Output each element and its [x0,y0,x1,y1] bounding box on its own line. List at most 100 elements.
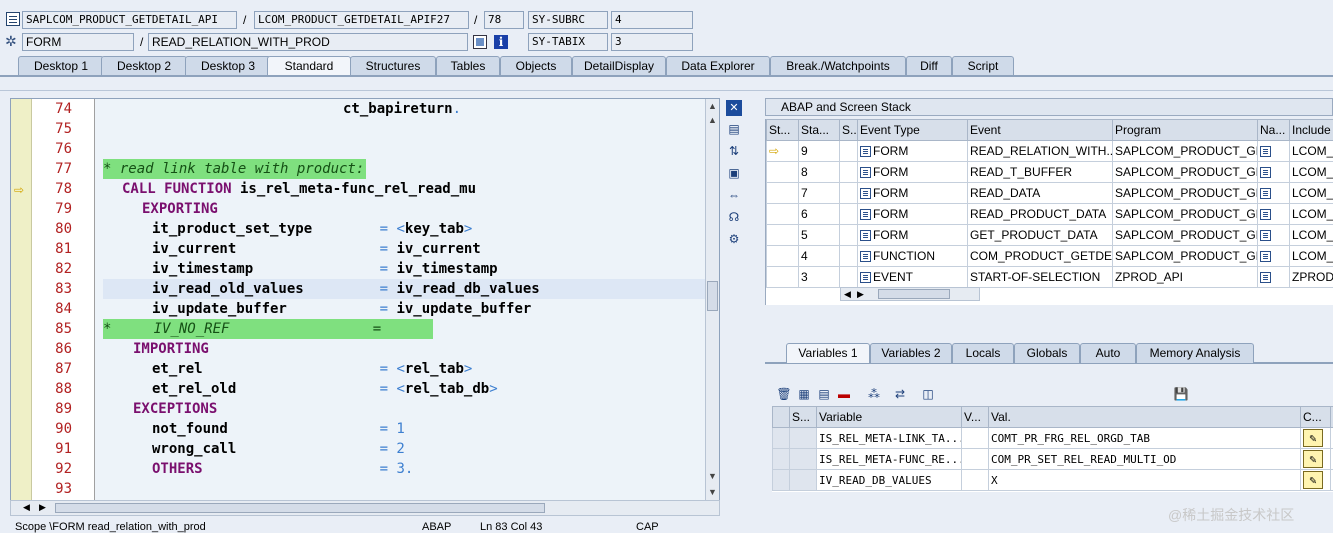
col-header[interactable]: C... [1301,407,1331,428]
event[interactable]: COM_PRODUCT_GETDE... [968,246,1113,267]
col-header[interactable]: Na... [1258,120,1290,141]
sysvar-value-1[interactable]: 4 [611,11,693,29]
variable-value[interactable]: COMT_PR_FRG_REL_ORGD_TAB [989,428,1301,449]
navigate-icon[interactable] [1260,272,1271,283]
stack-row[interactable]: 3EVENTSTART-OF-SELECTIONZPROD_APIZPROD_ [767,267,1333,288]
row-selector[interactable] [773,449,790,470]
tab-variables-2[interactable]: Variables 2 [870,343,952,363]
variable-row[interactable]: IS_REL_META-FUNC_RE... COM_PR_SET_REL_RE… [773,449,1333,470]
close-icon[interactable]: ✕ [726,100,742,116]
block-type-field[interactable]: FORM [22,33,134,51]
remove-icon[interactable]: ▬ [836,386,852,402]
tab-objects[interactable]: Objects [500,56,572,76]
scroll-down-icon[interactable]: ▼ [708,487,717,497]
new-tool-icon[interactable]: ▤ [726,121,742,137]
delete-icon[interactable]: 🗑 [776,386,792,402]
load-icon[interactable]: ▤ [816,386,832,402]
settings-icon[interactable]: ⚙ [726,231,742,247]
navigate-icon[interactable] [1260,188,1271,199]
col-header[interactable]: S... [790,407,817,428]
variable-row[interactable]: IV_READ_DB_VALUES X ✎ 0 [773,470,1333,491]
col-header[interactable]: St... [767,120,799,141]
col-header[interactable]: Event Type [858,120,968,141]
scroll-up-icon[interactable]: ▲ [708,101,717,111]
tab-variables-1[interactable]: Variables 1 [786,343,870,363]
info-icon[interactable]: i [494,35,508,49]
variable-row[interactable]: IS_REL_META-LINK_TA... COMT_PR_FRG_REL_O… [773,428,1333,449]
tab-script[interactable]: Script [952,56,1014,76]
layout-icon[interactable]: ▦ [796,386,812,402]
col-header[interactable]: Event [968,120,1113,141]
navigate-icon[interactable]: ⇄ [892,386,908,402]
navigate-icon[interactable] [1260,146,1271,157]
scroll-thumb[interactable] [55,503,545,513]
col-header[interactable]: Include [1290,120,1333,141]
tab-standard[interactable]: Standard [267,56,351,76]
sysvar-name-2[interactable]: SY-TABIX [528,33,608,51]
stack-row[interactable]: ⇨9FORMREAD_RELATION_WITH...SAPLCOM_PRODU… [767,141,1333,162]
stack-row[interactable]: 8FORMREAD_T_BUFFERSAPLCOM_PRODUCT_GE...L… [767,162,1333,183]
hierarchy-icon[interactable]: ⁂ [866,386,882,402]
stack-horizontal-scrollbar[interactable]: ◀ ▶ [840,287,980,301]
include-field[interactable]: LCOM_PRODUCT_GETDETAIL_APIF27 [254,11,469,29]
col-header[interactable]: Program [1113,120,1258,141]
stack-row[interactable]: 7FORMREAD_DATASAPLCOM_PRODUCT_GE...LCOM_… [767,183,1333,204]
col-header[interactable]: S... [840,120,858,141]
sysvar-value-2[interactable]: 3 [611,33,693,51]
col-header[interactable]: Sta... [799,120,840,141]
scroll-up-icon[interactable]: ▲ [708,115,717,125]
variable-name[interactable]: IV_READ_DB_VALUES [817,470,962,491]
scroll-right-icon[interactable]: ▶ [39,502,46,513]
editor-horizontal-scrollbar[interactable]: ◀ ▶ [10,500,720,516]
navigate-icon[interactable] [1260,167,1271,178]
tab-break-watchpoints[interactable]: Break./Watchpoints [770,56,906,76]
scroll-left-icon[interactable]: ◀ [844,289,851,300]
navigate-icon[interactable] [1260,251,1271,262]
services-icon[interactable]: ☊ [726,209,742,225]
tab-locals[interactable]: Locals [952,343,1014,363]
tab-tables[interactable]: Tables [436,56,500,76]
tab-desktop-2[interactable]: Desktop 2 [101,56,187,76]
navigate-icon[interactable] [1260,209,1271,220]
swap-tool-icon[interactable]: ⇅ [726,143,742,159]
tab-auto[interactable]: Auto [1080,343,1136,363]
variable-name[interactable]: IS_REL_META-LINK_TA... [817,428,962,449]
block-name-field[interactable]: READ_RELATION_WITH_PROD [148,33,468,51]
event[interactable]: READ_PRODUCT_DATA [968,204,1113,225]
row-selector[interactable] [773,428,790,449]
save-icon[interactable]: 💾 [1173,386,1189,402]
stack-row[interactable]: 6FORMREAD_PRODUCT_DATASAPLCOM_PRODUCT_GE… [767,204,1333,225]
stack-row[interactable]: 5FORMGET_PRODUCT_DATASAPLCOM_PRODUCT_GE.… [767,225,1333,246]
tab-structures[interactable]: Structures [350,56,436,76]
resize-icon[interactable]: ⇔ [726,187,742,203]
tab-memory-analysis[interactable]: Memory Analysis [1136,343,1254,363]
col-header[interactable]: V... [962,407,989,428]
tab-detaildisplay[interactable]: DetailDisplay [572,56,666,76]
editor-vertical-scrollbar[interactable]: ▲ ▲ ▼ ▼ [705,99,719,502]
edit-pencil-icon[interactable]: ✎ [1303,471,1323,489]
navigate-icon[interactable] [1260,230,1271,241]
col-header[interactable]: Val. [989,407,1301,428]
tab-desktop-3[interactable]: Desktop 3 [185,56,271,76]
tab-globals[interactable]: Globals [1014,343,1080,363]
col-header[interactable]: Variable [817,407,962,428]
source-editor[interactable]: 74ct_bapireturn. 75 76 77* read link tab… [10,98,720,502]
scroll-right-icon[interactable]: ▶ [857,289,864,300]
event[interactable]: READ_DATA [968,183,1113,204]
scroll-thumb[interactable] [707,281,718,311]
event[interactable]: GET_PRODUCT_DATA [968,225,1113,246]
tab-diff[interactable]: Diff [906,56,952,76]
program-field[interactable]: SAPLCOM_PRODUCT_GETDETAIL_API [22,11,237,29]
line-field[interactable]: 78 [484,11,524,29]
event[interactable]: START-OF-SELECTION [968,267,1113,288]
tab-desktop-1[interactable]: Desktop 1 [18,56,104,76]
variable-name[interactable]: IS_REL_META-FUNC_RE... [817,449,962,470]
display-object-icon[interactable] [473,35,487,49]
row-selector[interactable] [773,470,790,491]
edit-pencil-icon[interactable]: ✎ [1303,429,1323,447]
variable-value[interactable]: X [989,470,1301,491]
tab-data-explorer[interactable]: Data Explorer [666,56,770,76]
event[interactable]: READ_T_BUFFER [968,162,1113,183]
event[interactable]: READ_RELATION_WITH... [968,141,1113,162]
scroll-left-icon[interactable]: ◀ [23,502,30,513]
